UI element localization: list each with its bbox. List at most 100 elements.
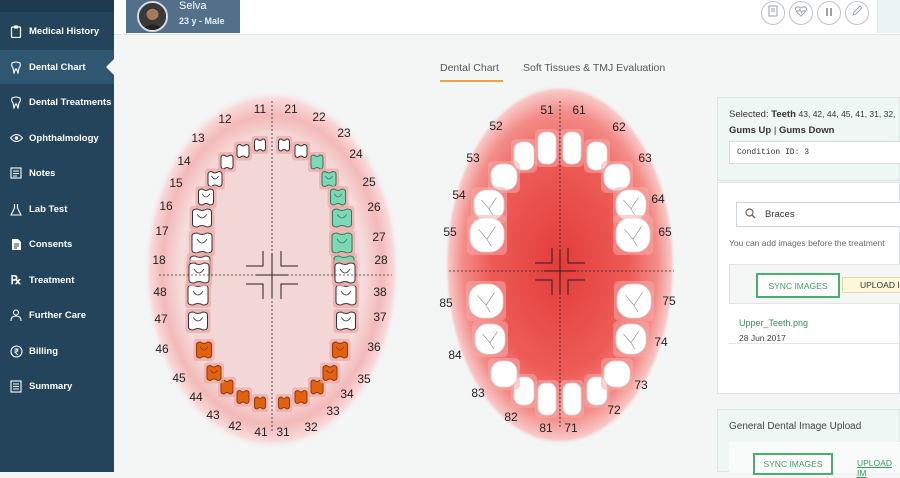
selection-teeth-list: 43, 42, 44, 45, 41, 31, 32,: [798, 109, 896, 119]
tooth-85[interactable]: [466, 281, 506, 321]
tooth-41[interactable]: [251, 394, 269, 412]
tooth-21[interactable]: [275, 136, 293, 154]
tooth-11[interactable]: [251, 136, 269, 154]
eye-icon: [9, 131, 23, 145]
tooth-42[interactable]: [234, 387, 252, 407]
tooth-label-16: 16: [159, 199, 173, 213]
tooth-shape: [278, 138, 290, 152]
patient-card[interactable]: Selva 23 y - Male: [126, 0, 240, 33]
dental-chart-area: 11 12 1314 15 16 17 18 21 22 23 24 25 26 27 28 41 42 4344…: [144, 85, 676, 450]
tooth-51[interactable]: [535, 129, 559, 167]
tooth-36[interactable]: [333, 309, 359, 333]
tooth-61[interactable]: [560, 129, 584, 167]
general-upload-images-link[interactable]: UPLOAD IM: [857, 458, 900, 478]
tooth-45[interactable]: [193, 339, 215, 361]
sidebar-item-notes[interactable]: Notes: [0, 156, 114, 190]
images-panel: You can add images before the treatment …: [717, 182, 900, 394]
sidebar-item-label: Summary: [29, 380, 73, 392]
tooth-label-12: 12: [218, 112, 232, 126]
sidebar-item-billing[interactable]: Billing: [0, 334, 114, 368]
sidebar-item-dental-chart[interactable]: Dental Chart: [0, 50, 114, 84]
tab-soft-tissues[interactable]: Soft Tissues & TMJ Evaluation: [523, 62, 665, 74]
patient-name: Selva: [179, 0, 207, 12]
edit-button[interactable]: [845, 1, 869, 25]
sidebar-item-label: Dental Treatments: [29, 96, 112, 108]
sidebar-item-ophthalmology[interactable]: Ophthalmology: [0, 121, 114, 155]
tooth-shape: [562, 131, 582, 165]
tooth-shape: [603, 163, 631, 191]
tooth-55[interactable]: [467, 215, 507, 255]
sidebar-item-treatment[interactable]: ℞ Treatment: [0, 263, 114, 297]
flask-icon: [9, 202, 23, 216]
tooth-shape: [615, 217, 651, 253]
tooth-74[interactable]: [613, 321, 649, 357]
tooth-71[interactable]: [560, 380, 584, 418]
tooth-label-38: 38: [373, 285, 387, 299]
tooth-84[interactable]: [472, 321, 508, 357]
tooth-label-28: 28: [374, 253, 388, 267]
tooth-75[interactable]: [614, 281, 654, 321]
tooth-46[interactable]: [185, 309, 211, 333]
image-search-field[interactable]: [736, 202, 900, 227]
document-icon: [9, 237, 23, 251]
tooth-32[interactable]: [292, 387, 310, 407]
tooth-27[interactable]: [329, 230, 355, 256]
sidebar-item-summary[interactable]: Summary: [0, 369, 114, 403]
header-edge-panel: [877, 0, 900, 33]
upload-images-button[interactable]: UPLOAD IM: [842, 277, 900, 293]
avatar: [137, 1, 168, 32]
tooth-17[interactable]: [189, 230, 215, 256]
sidebar-item-medical-history[interactable]: Medical History: [0, 14, 114, 48]
file-divider: [729, 343, 900, 344]
tooth-label-47: 47: [154, 312, 168, 326]
tab-dental-chart[interactable]: Dental Chart: [440, 62, 499, 74]
tooth-22[interactable]: [292, 141, 310, 161]
tooth-shape: [474, 323, 506, 355]
tooth-48[interactable]: [186, 260, 212, 286]
tooth-label-45: 45: [172, 371, 186, 385]
tooth-81[interactable]: [535, 380, 559, 418]
sidebar-item-label: Ophthalmology: [29, 132, 99, 144]
tooth-16[interactable]: [189, 206, 215, 230]
tooth-shape: [562, 382, 582, 416]
tooth-label-42: 42: [228, 419, 242, 433]
tooth-38[interactable]: [332, 260, 358, 286]
tooth-83[interactable]: [488, 358, 520, 390]
sync-images-button[interactable]: SYNC IMAGES: [756, 273, 840, 298]
tooth-34[interactable]: [320, 362, 340, 384]
sidebar-item-consents[interactable]: Consents: [0, 227, 114, 261]
certificate-icon: [767, 4, 779, 22]
tooth-label-35: 35: [357, 372, 371, 386]
heartbeat-icon: [794, 4, 808, 22]
general-upload-panel: General Dental Image Upload SYNC IMAGES …: [717, 409, 900, 478]
sidebar-item-dental-treatments[interactable]: Dental Treatments: [0, 85, 114, 119]
sidebar-item-further-care[interactable]: Further Care: [0, 298, 114, 332]
pause-button[interactable]: [817, 1, 841, 25]
tooth-35[interactable]: [329, 339, 351, 361]
tooth-31[interactable]: [275, 394, 293, 412]
sidebar-item-lab-test[interactable]: Lab Test: [0, 192, 114, 226]
heartbeat-button[interactable]: [789, 1, 813, 25]
image-file-link[interactable]: Upper_Teeth.png: [739, 318, 808, 328]
tooth-shape: [236, 143, 250, 159]
tooth-label-65: 65: [658, 225, 672, 239]
tooth-25[interactable]: [327, 186, 349, 208]
certificate-button[interactable]: [761, 1, 785, 25]
tooth-44[interactable]: [204, 362, 224, 384]
tooth-shape: [490, 360, 518, 388]
tooth-73[interactable]: [601, 358, 633, 390]
selection-gums: Gums Up | Gums Down: [729, 125, 834, 136]
tooth-12[interactable]: [234, 141, 252, 161]
tooth-label-37: 37: [373, 310, 387, 324]
tooth-15[interactable]: [195, 186, 217, 208]
tooth-26[interactable]: [329, 206, 355, 230]
tooth-label-27: 27: [372, 230, 386, 244]
selection-teeth-label: Teeth: [771, 109, 796, 120]
tooth-65[interactable]: [613, 215, 653, 255]
image-search-input[interactable]: [765, 209, 885, 220]
tooth-label-44: 44: [189, 390, 203, 404]
selection-prefix: Selected:: [729, 109, 772, 120]
tooth-shape: [236, 389, 250, 405]
condition-id-box: Condition ID: 3: [729, 141, 900, 164]
rupee-icon: [9, 344, 23, 358]
